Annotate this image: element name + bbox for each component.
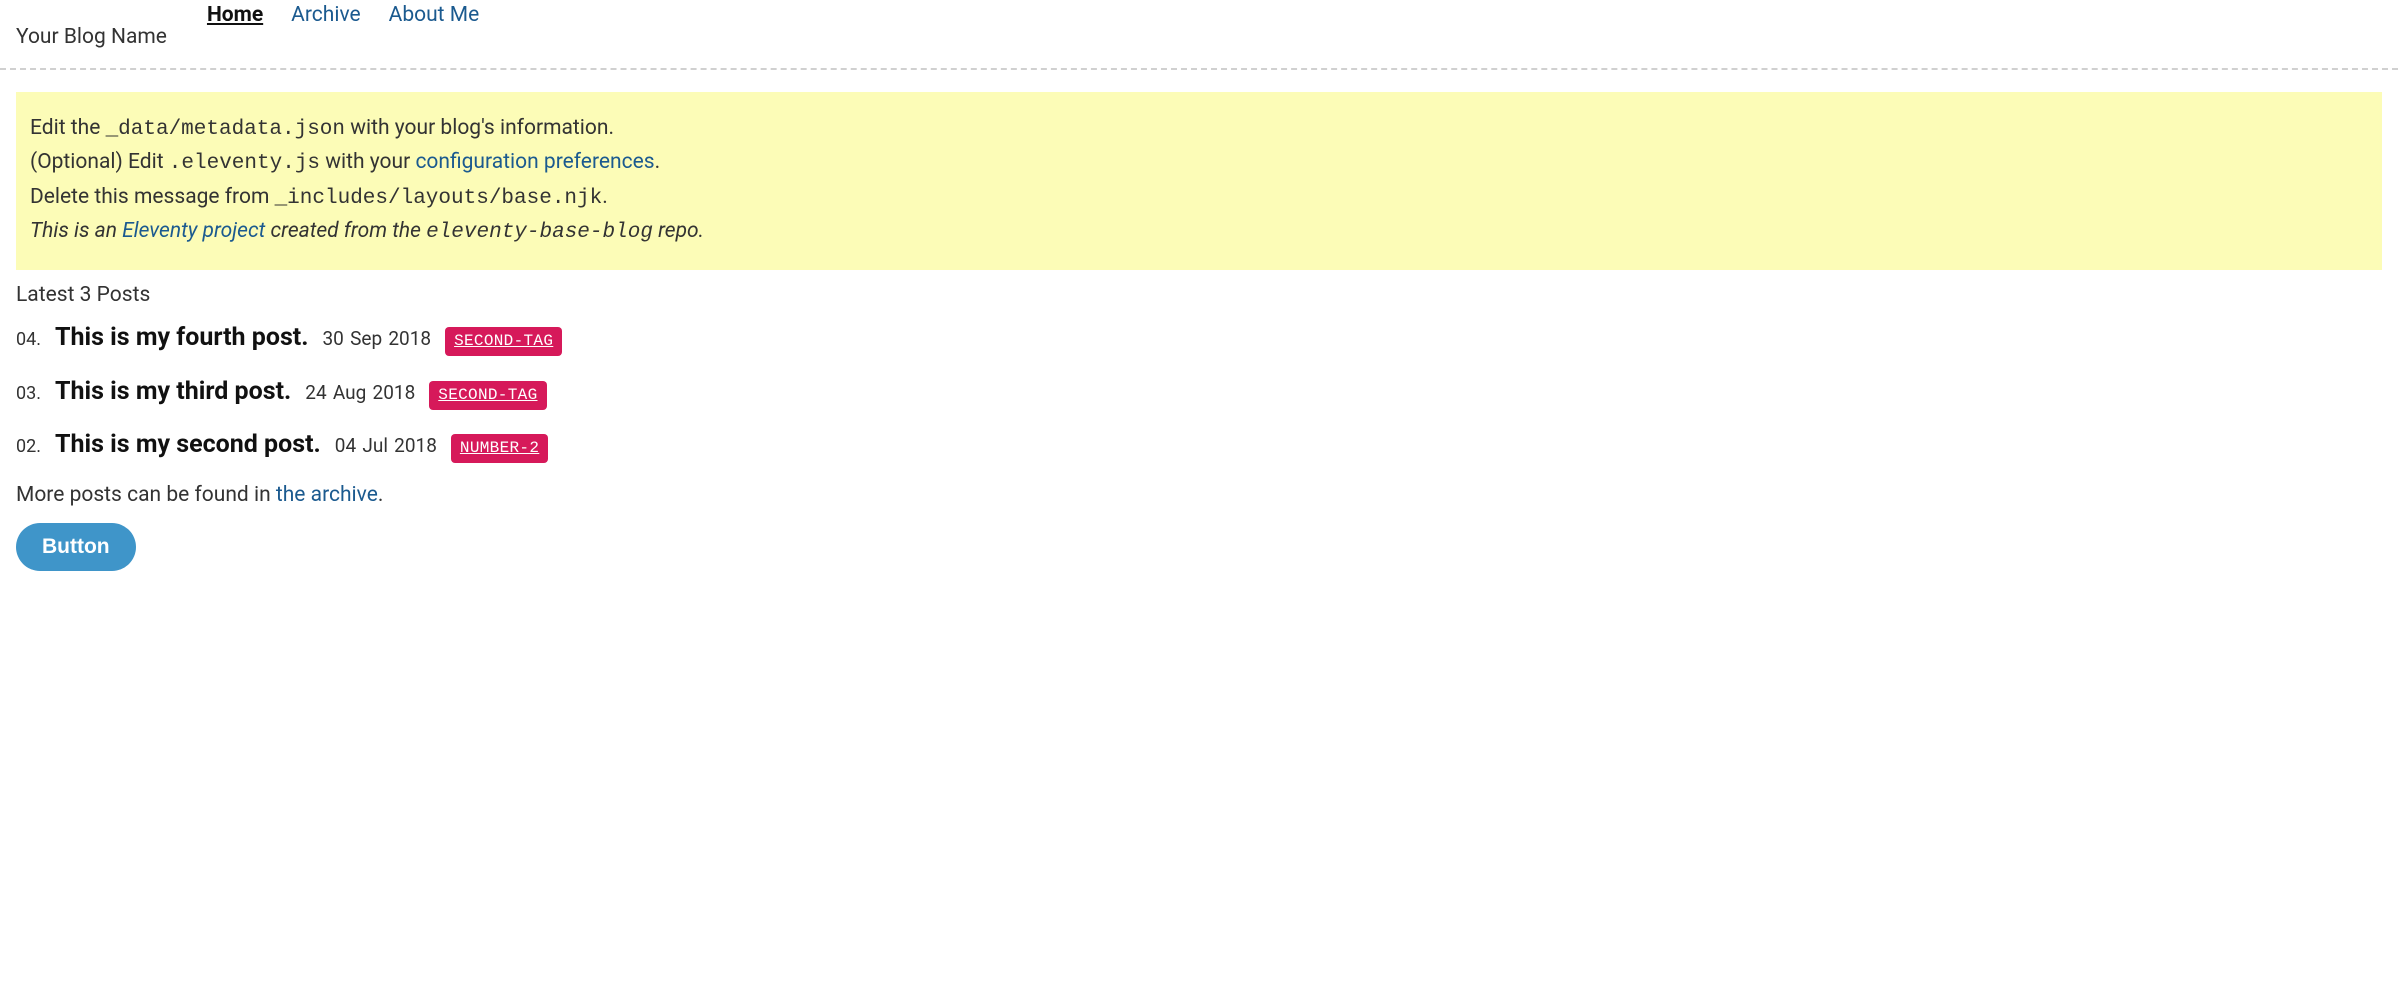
post-item: 03. This is my third post. 24 Aug 2018 S… [16,373,2382,411]
text: This is an [30,219,122,243]
nav-home[interactable]: Home [207,0,263,32]
post-item: 02. This is my second post. 04 Jul 2018 … [16,426,2382,464]
post-item: 04. This is my fourth post. 30 Sep 2018 … [16,319,2382,357]
post-title-link[interactable]: This is my second post. [55,426,321,464]
main-content: Edit the _data/metadata.json with your b… [0,92,2398,572]
text: (Optional) Edit [30,150,169,174]
post-tag[interactable]: SECOND-TAG [429,381,546,410]
archive-link[interactable]: the archive [276,483,378,507]
post-date: 30 Sep 2018 [323,325,432,354]
nav-archive[interactable]: Archive [291,0,360,32]
post-number: 02. [16,433,41,460]
code-eleventy-base-blog: eleventy-base-blog [426,221,653,244]
text: Delete this message from [30,185,275,209]
config-preferences-link[interactable]: configuration preferences [415,150,654,174]
post-title-link[interactable]: This is my third post. [55,373,291,411]
text: . [655,150,661,174]
warning-line-1: Edit the _data/metadata.json with your b… [30,112,2368,147]
post-number: 03. [16,380,41,407]
header-divider [0,68,2398,70]
text: . [602,185,608,209]
button[interactable]: Button [16,523,136,571]
post-tag[interactable]: NUMBER-2 [451,434,548,463]
site-title: Your Blog Name [16,0,167,54]
eleventy-project-link[interactable]: Eleventy project [122,219,265,243]
text: with your blog's information. [345,116,614,140]
text: More posts can be found in [16,483,276,507]
code-metadata-path: _data/metadata.json [106,118,345,141]
posts-list: 04. This is my fourth post. 30 Sep 2018 … [16,319,2382,464]
latest-posts-heading: Latest 3 Posts [16,280,2382,312]
post-date: 24 Aug 2018 [305,379,415,408]
post-title-link[interactable]: This is my fourth post. [55,319,309,357]
code-base-njk: _includes/layouts/base.njk [275,187,603,210]
code-eleventy-js: .eleventy.js [169,152,320,175]
text: Edit the [30,116,106,140]
warning-line-4: This is an Eleventy project created from… [30,215,2368,250]
warning-line-2: (Optional) Edit .eleventy.js with your c… [30,146,2368,181]
post-tag[interactable]: SECOND-TAG [445,327,562,356]
text: with your [320,150,415,174]
nav-about-me[interactable]: About Me [389,0,480,32]
text: . [378,483,384,507]
text: created from the [265,219,426,243]
more-posts-text: More posts can be found in the archive. [16,480,2382,512]
warning-line-3: Delete this message from _includes/layou… [30,181,2368,216]
post-date: 04 Jul 2018 [335,432,437,461]
text: repo. [653,219,704,243]
main-nav: Home Archive About Me [207,0,479,32]
post-number: 04. [16,326,41,353]
header: Your Blog Name Home Archive About Me [0,0,2398,68]
setup-warning-box: Edit the _data/metadata.json with your b… [16,92,2382,270]
